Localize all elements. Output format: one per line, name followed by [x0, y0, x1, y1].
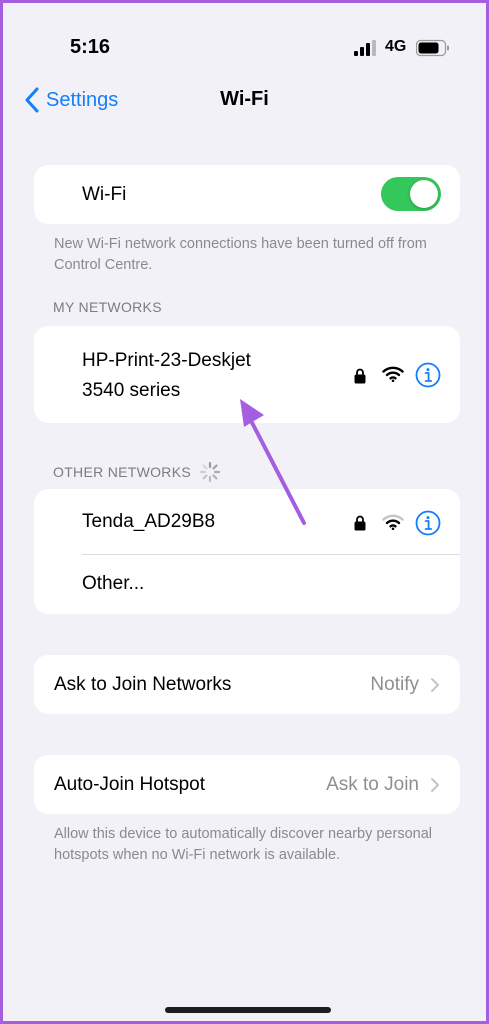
signal-bars-icon: [354, 40, 376, 56]
lock-icon: [354, 368, 366, 384]
auto-join-label: Auto-Join Hotspot: [54, 774, 206, 795]
network-name-line1: HP-Print-23-Deskjet: [82, 350, 251, 371]
screenshot-frame: 5:16 4G Wi-Fi Settings Wi-Fi New Wi-Fi n…: [0, 0, 489, 1024]
back-button-label: Settings: [46, 88, 119, 111]
other-networks-header: OTHER NETWORKS: [53, 461, 221, 483]
ask-to-join-row[interactable]: Ask to Join Networks Notify: [34, 655, 460, 714]
back-button[interactable]: Settings: [24, 85, 118, 115]
navigation-bar: Wi-Fi Settings: [3, 85, 486, 115]
network-name-line2: 3540 series: [82, 380, 181, 401]
wifi-toggle-label: Wi-Fi: [82, 184, 127, 205]
chevron-right-icon: [431, 778, 439, 792]
other-network-label: Other...: [82, 573, 145, 594]
other-networks-label: OTHER NETWORKS: [53, 464, 191, 480]
my-networks-header: MY NETWORKS: [53, 299, 162, 315]
wifi-toggle[interactable]: [381, 177, 441, 211]
wifi-signal-icon: [382, 366, 404, 382]
toggle-knob: [410, 180, 438, 208]
chevron-left-icon: [25, 87, 39, 113]
annotation-arrow-icon: [240, 399, 306, 525]
wifi-signal-icon: [382, 514, 404, 530]
info-icon[interactable]: [415, 510, 441, 536]
loading-spinner-icon: [199, 461, 221, 483]
network-type: 4G: [385, 38, 407, 55]
battery-icon: [416, 39, 449, 57]
auto-join-hotspot-row[interactable]: Auto-Join Hotspot Ask to Join: [34, 755, 460, 814]
info-icon[interactable]: [415, 362, 441, 388]
wifi-note: New Wi-Fi network connections have been …: [54, 236, 427, 273]
ask-to-join-label: Ask to Join Networks: [54, 674, 232, 695]
status-bar: 5:16 4G: [3, 36, 486, 62]
auto-join-note: Allow this device to automatically disco…: [54, 826, 432, 863]
lock-icon: [354, 515, 366, 531]
status-time: 5:16: [70, 36, 111, 58]
network-name: Tenda_AD29B8: [82, 511, 216, 532]
ask-to-join-value: Notify: [370, 674, 419, 695]
auto-join-value: Ask to Join: [326, 774, 419, 795]
network-row-other[interactable]: Other...: [34, 555, 460, 614]
home-indicator[interactable]: [165, 1007, 331, 1013]
chevron-right-icon: [431, 678, 439, 692]
wifi-toggle-group: Wi-Fi: [34, 165, 460, 224]
